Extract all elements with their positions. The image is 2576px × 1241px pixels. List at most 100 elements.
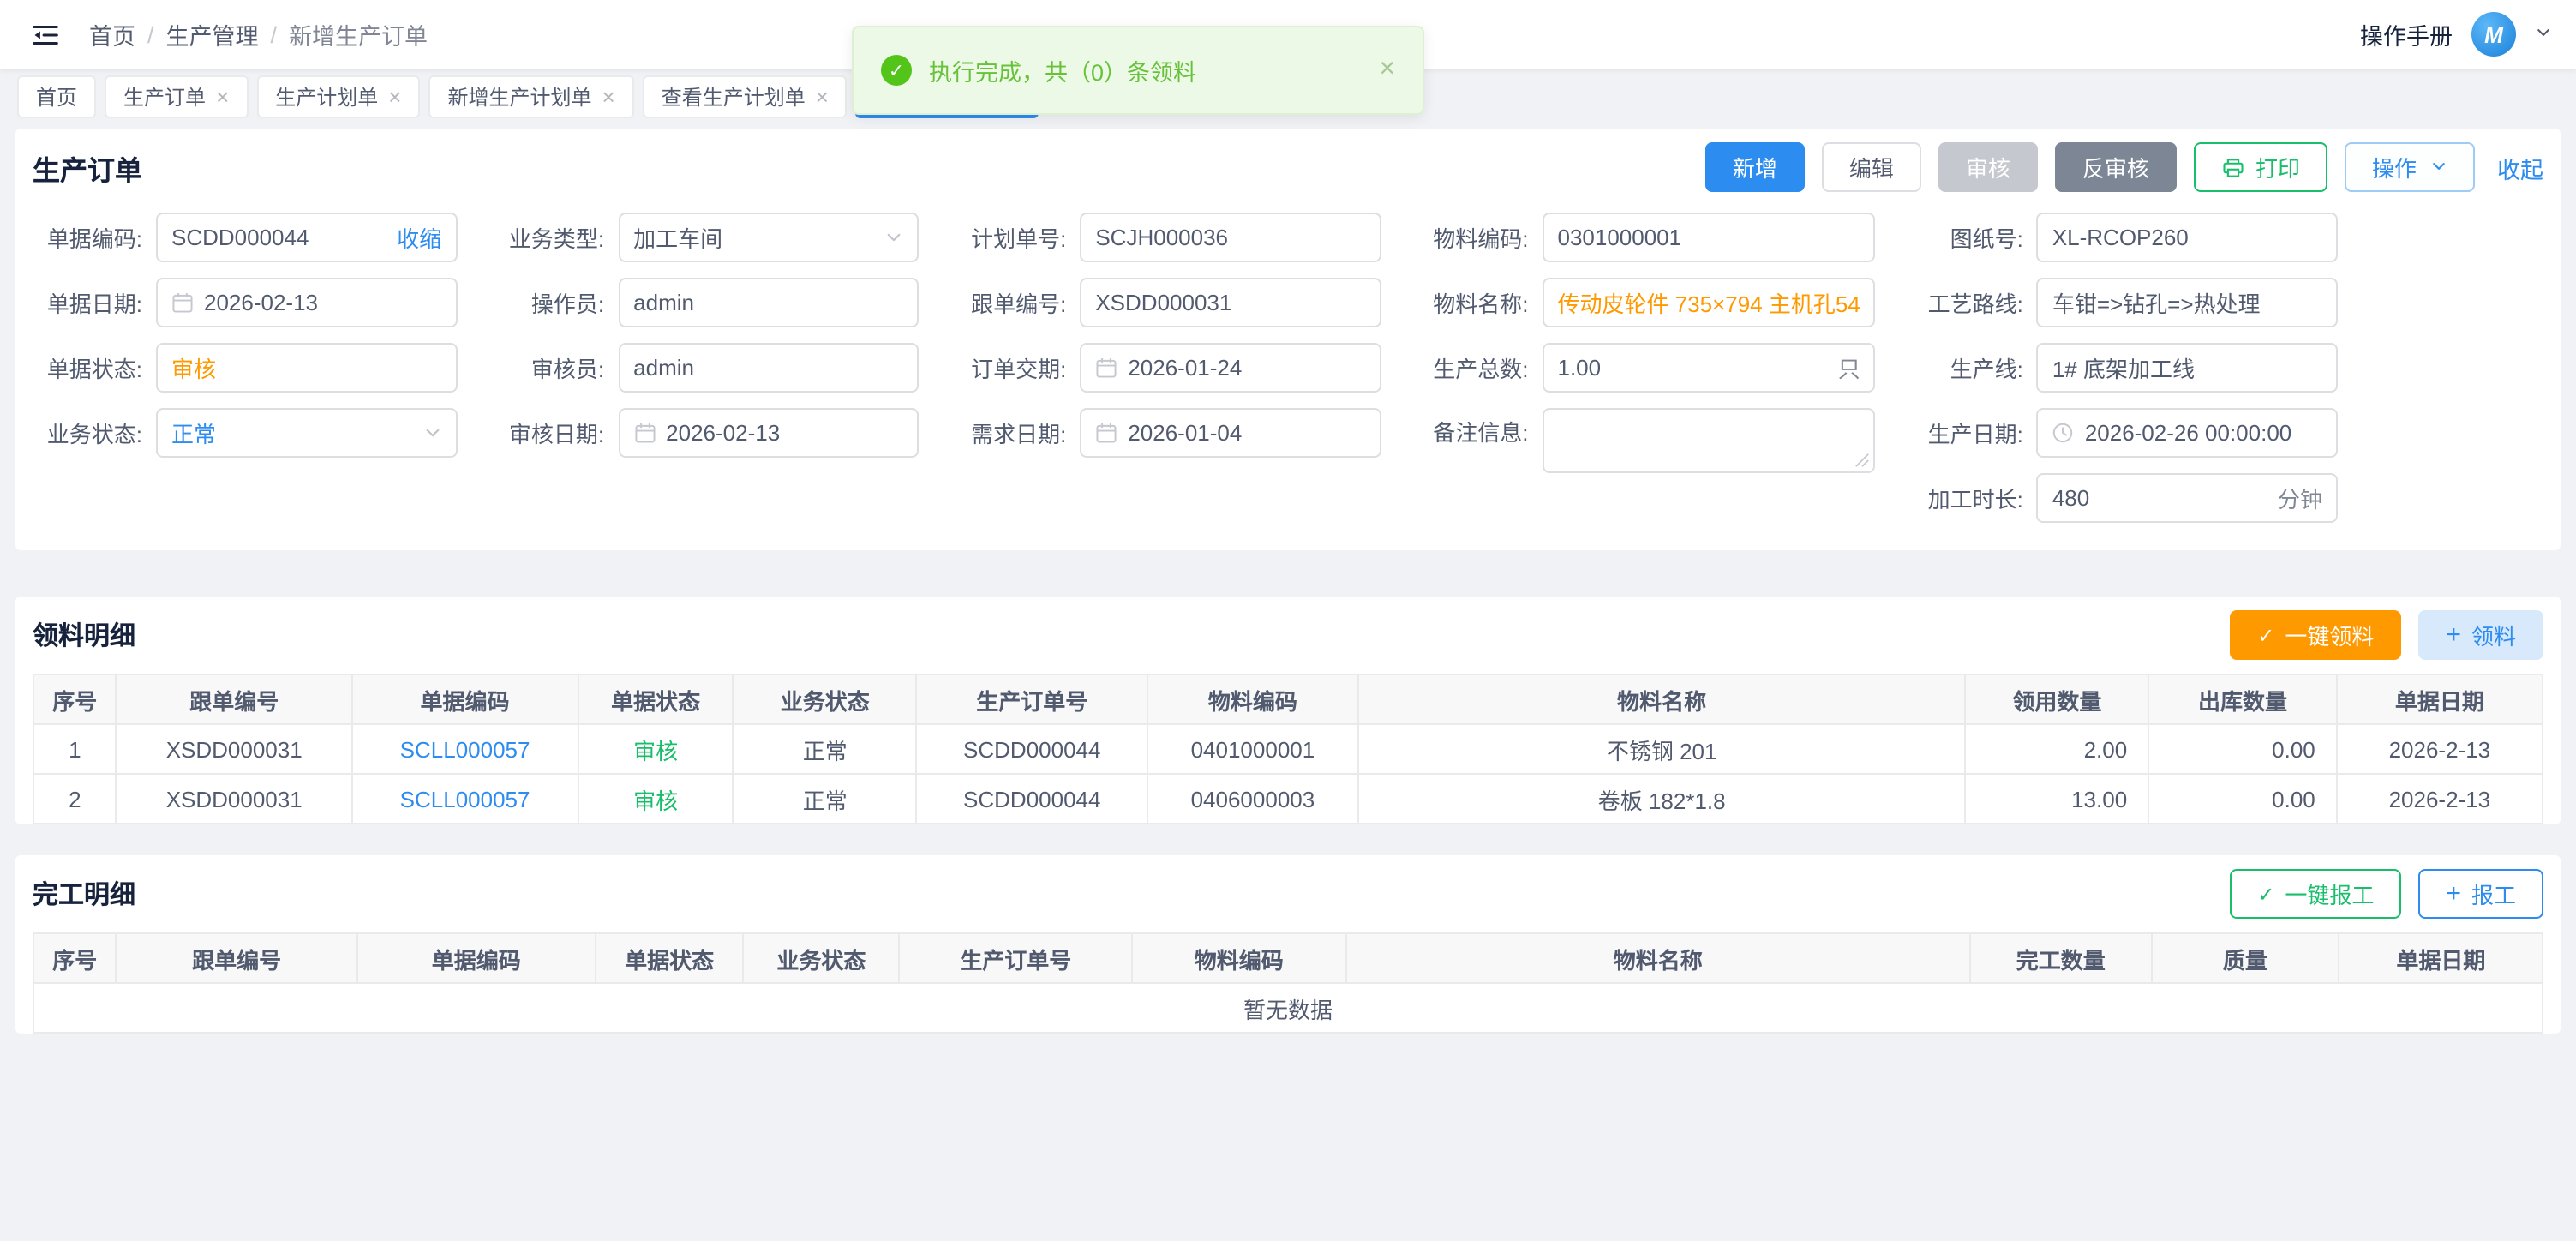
prod-date-input[interactable]: 2026-02-26 00:00:00 (2037, 408, 2338, 458)
tab-production-plan[interactable]: 生产计划单 × (256, 75, 420, 117)
biz-type-select[interactable]: 加工车间 (618, 213, 919, 262)
cell-doc-code-link[interactable]: SCLL000057 (352, 724, 578, 774)
one-key-report-button[interactable]: ✓ 一键报工 (2230, 869, 2401, 919)
tab-view-production-plan[interactable]: 查看生产计划单 × (643, 75, 848, 117)
doc-code-input[interactable]: SCDD000044 收缩 (156, 213, 457, 262)
cell-index: 2 (33, 774, 117, 824)
cell-receive-qty: 13.00 (1965, 774, 2148, 824)
add-receive-button[interactable]: + 领料 (2418, 610, 2543, 660)
col-header: 领用数量 (1965, 674, 2148, 724)
breadcrumb-production-mgmt[interactable]: 生产管理 (166, 17, 259, 51)
order-due-input[interactable]: 2026-01-24 (1080, 343, 1381, 393)
field-label: 操作员: (494, 286, 604, 319)
tab-new-production-plan[interactable]: 新增生产计划单 × (428, 75, 633, 117)
tab-label: 生产订单 (123, 81, 206, 111)
order-due-value: 2026-01-24 (1128, 355, 1365, 381)
breadcrumb-separator: / (147, 21, 154, 47)
field-prod-line: 生产线: 1# 底架加工线 (1914, 343, 2338, 393)
material-code-input[interactable]: 0301000001 (1543, 213, 1876, 262)
material-name-input[interactable]: 传动皮轮件 735×794 主机孔54 (1543, 278, 1876, 327)
field-doc-date: 单据日期: 2026-02-13 (33, 278, 457, 327)
tab-label: 生产计划单 (275, 81, 378, 111)
prod-line-input[interactable]: 1# 底架加工线 (2037, 343, 2338, 393)
add-report-button[interactable]: + 报工 (2418, 869, 2543, 919)
close-icon[interactable]: × (816, 85, 829, 107)
process-route-value: 车钳=>钻孔=>热处理 (2052, 286, 2322, 319)
process-route-input[interactable]: 车钳=>钻孔=>热处理 (2037, 278, 2338, 327)
field-biz-status: 业务状态: 正常 (33, 408, 457, 458)
close-icon[interactable]: × (602, 85, 615, 107)
breadcrumb-separator: / (271, 21, 278, 47)
table-row[interactable]: 1 XSDD000031 SCLL000057 审核 正常 SCDD000044… (33, 724, 2543, 774)
field-remark: 备注信息: (1419, 408, 1876, 473)
field-demand-date: 需求日期: 2026-01-04 (956, 408, 1381, 458)
breadcrumb-home[interactable]: 首页 (89, 17, 135, 51)
field-label: 工艺路线: (1914, 286, 2023, 319)
cell-doc-code-link[interactable]: SCLL000057 (352, 774, 578, 824)
clock-icon (2052, 422, 2075, 444)
field-label: 业务状态: (33, 417, 142, 449)
biz-status-select[interactable]: 正常 (156, 408, 457, 458)
menu-fold-icon[interactable] (24, 14, 65, 55)
field-process-route: 工艺路线: 车钳=>钻孔=>热处理 (1914, 278, 2338, 327)
toast-close-icon[interactable]: × (1379, 55, 1395, 86)
field-order-due: 订单交期: 2026-01-24 (956, 343, 1381, 393)
empty-row: 暂无数据 (33, 983, 2543, 1033)
unaudit-button[interactable]: 反审核 (2055, 142, 2177, 192)
follow-no-input[interactable]: XSDD000031 (1080, 278, 1381, 327)
cell-follow-no: XSDD000031 (117, 774, 352, 824)
manual-link[interactable]: 操作手册 (2360, 17, 2453, 51)
auditor-input[interactable]: admin (618, 343, 919, 393)
shrink-link[interactable]: 收缩 (397, 221, 441, 254)
actions-label: 操作 (2372, 151, 2417, 183)
avatar[interactable]: M (2471, 12, 2516, 57)
operator-value: admin (633, 290, 903, 315)
col-header: 质量 (2151, 933, 2339, 983)
receive-panel-header: 领料明细 ✓ 一键领料 + 领料 (15, 597, 2561, 674)
cell-order-no: SCDD000044 (917, 774, 1147, 824)
audit-date-input[interactable]: 2026-02-13 (618, 408, 919, 458)
total-qty-input[interactable]: 1.00 只 (1543, 343, 1876, 393)
tab-home[interactable]: 首页 (17, 75, 96, 117)
production-order-panel: 生产订单 新增 编辑 审核 反审核 打印 (15, 129, 2561, 550)
one-key-receive-button[interactable]: ✓ 一键领料 (2230, 610, 2401, 660)
resize-grip-icon[interactable] (1855, 453, 1871, 468)
field-label: 备注信息: (1419, 408, 1529, 458)
cell-material-code: 0406000003 (1147, 774, 1358, 824)
user-chevron-down-icon[interactable] (2535, 24, 2552, 45)
tab-production-order[interactable]: 生产订单 × (105, 75, 248, 117)
doc-status-input[interactable]: 审核 (156, 343, 457, 393)
cell-material-name: 不锈钢 201 (1358, 724, 1966, 774)
demand-date-input[interactable]: 2026-01-04 (1080, 408, 1381, 458)
close-icon[interactable]: × (216, 85, 229, 107)
doc-date-input[interactable]: 2026-02-13 (156, 278, 457, 327)
success-toast: ✓ 执行完成，共（0）条领料 × (852, 26, 1424, 115)
table-row[interactable]: 2 XSDD000031 SCLL000057 审核 正常 SCDD000044… (33, 774, 2543, 824)
doc-status-value: 审核 (171, 351, 441, 384)
field-label: 物料名称: (1419, 286, 1529, 319)
finish-table-header-row: 序号 跟单编号 单据编码 单据状态 业务状态 生产订单号 物料编码 物料名称 完… (33, 933, 2543, 983)
collapse-link[interactable]: 收起 (2497, 150, 2543, 184)
remark-textarea[interactable] (1543, 408, 1876, 473)
add-button[interactable]: 新增 (1705, 142, 1805, 192)
calendar-icon (1095, 422, 1117, 444)
edit-button[interactable]: 编辑 (1822, 142, 1921, 192)
print-button[interactable]: 打印 (2194, 142, 2327, 192)
drawing-no-input[interactable]: XL-RCOP260 (2037, 213, 2338, 262)
close-icon[interactable]: × (388, 85, 401, 107)
operator-input[interactable]: admin (618, 278, 919, 327)
doc-code-value: SCDD000044 (171, 225, 386, 250)
cell-receive-qty: 2.00 (1965, 724, 2148, 774)
audit-button[interactable]: 审核 (1938, 142, 2038, 192)
field-label: 单据状态: (33, 351, 142, 384)
col-header: 业务状态 (734, 674, 917, 724)
plan-no-input[interactable]: SCJH000036 (1080, 213, 1381, 262)
field-doc-code: 单据编码: SCDD000044 收缩 (33, 213, 457, 262)
field-label: 需求日期: (956, 417, 1066, 449)
col-header: 跟单编号 (117, 933, 357, 983)
field-total-qty: 生产总数: 1.00 只 (1419, 343, 1876, 393)
duration-input[interactable]: 480 分钟 (2037, 473, 2338, 523)
actions-dropdown-button[interactable]: 操作 (2345, 142, 2475, 192)
plus-icon: + (2446, 622, 2461, 648)
field-material-name: 物料名称: 传动皮轮件 735×794 主机孔54 (1419, 278, 1876, 327)
